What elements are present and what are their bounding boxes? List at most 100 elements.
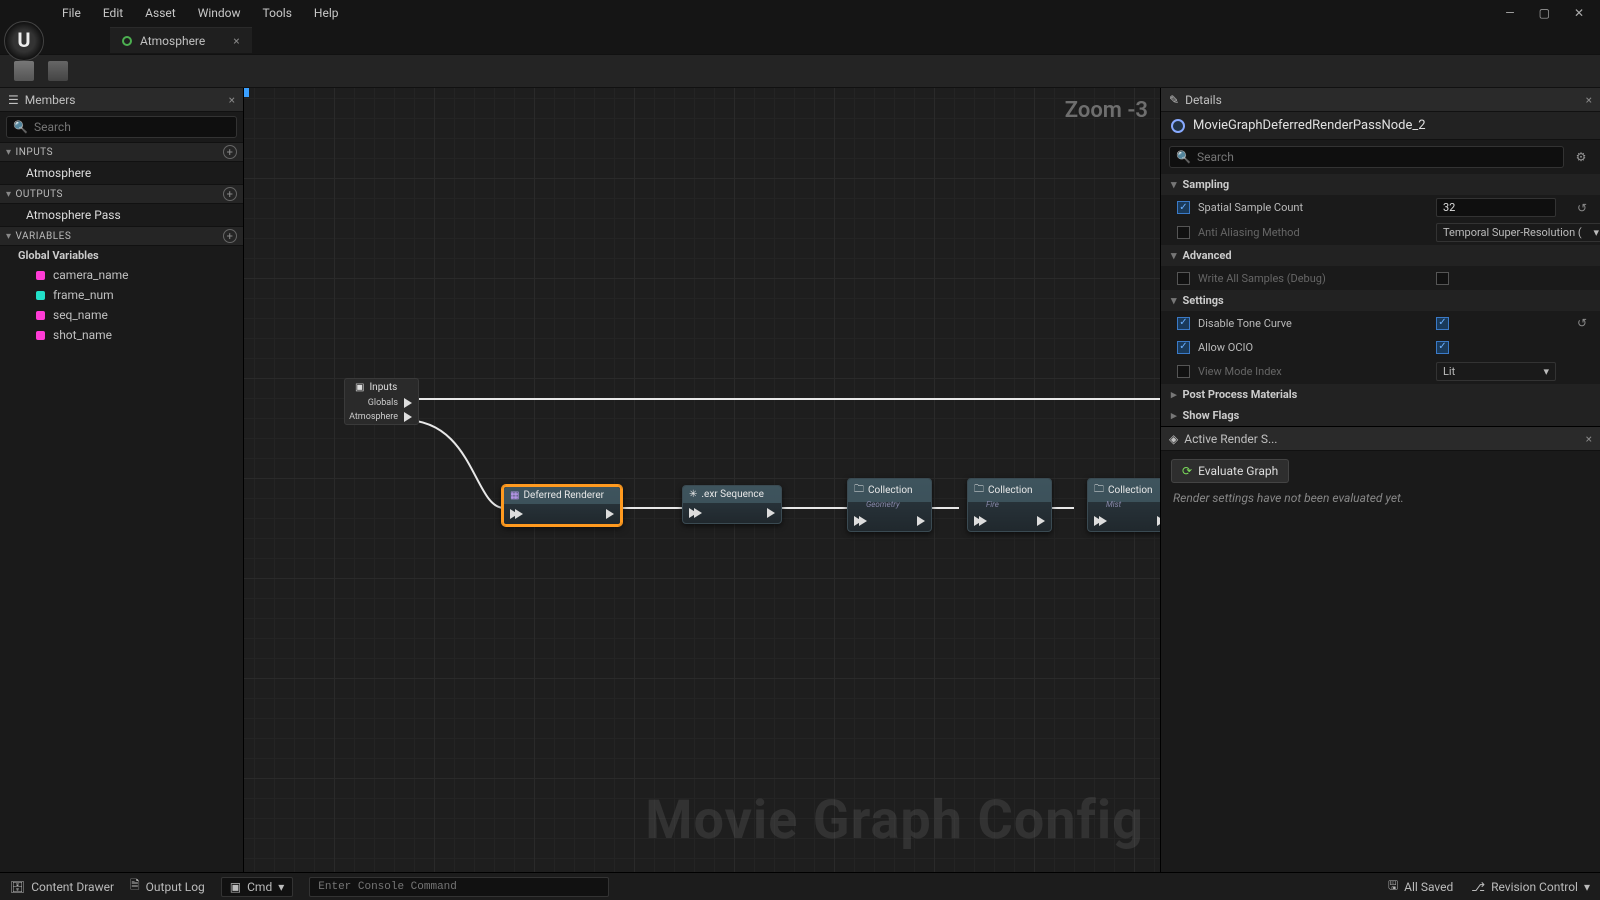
aa-method-dropdown[interactable]: Temporal Super-Resolution (▾ [1436,223,1600,242]
menu-window[interactable]: Window [198,6,241,20]
override-checkbox[interactable] [1177,272,1190,285]
output-pin[interactable] [1157,516,1160,526]
override-checkbox[interactable] [1177,317,1190,330]
var-type-icon [36,331,45,340]
output-pin[interactable] [404,398,412,408]
active-render-close-icon[interactable]: × [1586,432,1592,446]
category-sampling[interactable]: ▾Sampling [1161,174,1600,195]
output-pin[interactable] [404,412,412,422]
menu-asset[interactable]: Asset [145,6,176,20]
outputs-section-header[interactable]: ▾ OUTPUTS + [0,184,243,204]
node-graph[interactable]: Zoom -3 Movie Graph Config ▣Inputs Globa… [244,88,1160,872]
inputs-node[interactable]: ▣Inputs Globals Atmosphere [344,378,419,425]
category-showflags[interactable]: ▸Show Flags [1161,405,1600,426]
window-close-icon[interactable]: ✕ [1574,6,1584,20]
value-checkbox[interactable] [1436,317,1449,330]
variable-item[interactable]: frame_num [0,285,243,305]
variable-item[interactable]: camera_name [0,265,243,285]
console-command-input[interactable] [309,877,609,897]
exr-sequence-node[interactable]: ✳.exr Sequence [682,485,782,524]
document-tab-label: Atmosphere [140,34,205,48]
collection-node[interactable]: 🗀Collection Fire [967,478,1052,532]
input-item[interactable]: Atmosphere [0,162,243,184]
input-pin[interactable] [854,516,867,526]
document-tab[interactable]: Atmosphere × [110,27,252,53]
variable-item[interactable]: shot_name [0,325,243,345]
var-type-icon [36,271,45,280]
members-close-icon[interactable]: × [229,93,235,107]
menu-help[interactable]: Help [314,6,339,20]
override-checkbox[interactable] [1177,201,1190,214]
active-render-panel-tab[interactable]: ◈ Active Render S... × [1161,427,1600,451]
chevron-down-icon: ▾ [1584,880,1590,894]
category-ppm[interactable]: ▸Post Process Materials [1161,384,1600,405]
members-panel-tab[interactable]: ☰ Members × [0,88,243,112]
refresh-icon: ⟳ [1182,464,1192,478]
chevron-down-icon: ▾ [1543,365,1549,378]
all-saved-status[interactable]: 🖫All Saved [1388,876,1453,897]
global-variables-header[interactable]: Global Variables [0,246,243,265]
menu-file[interactable]: File [62,6,81,20]
details-close-icon[interactable]: × [1586,93,1592,107]
add-variable-button[interactable]: + [223,229,237,243]
reset-icon[interactable]: ↺ [1574,201,1590,215]
override-checkbox[interactable] [1177,365,1190,378]
details-search-input[interactable] [1197,150,1557,164]
members-panel-title: Members [25,93,76,107]
evaluate-graph-button[interactable]: ⟳ Evaluate Graph [1171,459,1289,483]
node-type-icon: ✳ [689,489,697,500]
pencil-icon: ✎ [1169,93,1179,107]
input-pin[interactable] [510,509,523,519]
add-output-button[interactable]: + [223,187,237,201]
members-search-input[interactable] [34,120,230,134]
category-settings[interactable]: ▾Settings [1161,290,1600,311]
browse-icon[interactable] [48,61,68,81]
close-tab-icon[interactable]: × [233,34,239,48]
output-log-button[interactable]: 🗎Output Log [130,876,205,897]
members-search[interactable]: 🔍 [6,116,237,138]
value-checkbox[interactable] [1436,272,1449,285]
input-pin[interactable] [1094,516,1107,526]
reset-icon[interactable]: ↺ [1574,316,1590,330]
revision-control-button[interactable]: ⎇Revision Control▾ [1471,880,1590,894]
window-maximize-icon[interactable]: ▢ [1539,6,1550,20]
toolbar [0,54,1600,88]
cmd-dropdown[interactable]: ▣Cmd▾ [221,877,293,897]
inputs-section-header[interactable]: ▾ INPUTS + [0,142,243,162]
output-pin[interactable] [1037,516,1045,526]
input-pin[interactable] [974,516,987,526]
variable-item[interactable]: seq_name [0,305,243,325]
input-pin[interactable] [689,508,702,518]
caret-right-icon: ▸ [1171,388,1177,401]
selected-object-name: MovieGraphDeferredRenderPassNode_2 [1193,118,1426,133]
details-search[interactable]: 🔍 [1169,146,1564,168]
variables-section-header[interactable]: ▾ VARIABLES + [0,226,243,246]
settings-gear-icon[interactable]: ⚙ [1570,146,1592,168]
deferred-renderer-node[interactable]: ▦Deferred Renderer [502,485,622,526]
collection-node[interactable]: 🗀Collection Geometry [847,478,932,532]
menu-edit[interactable]: Edit [103,6,123,20]
output-pin[interactable] [606,509,614,519]
window-minimize-icon[interactable]: — [1505,6,1514,20]
spatial-sample-input[interactable] [1436,198,1556,217]
override-checkbox[interactable] [1177,226,1190,239]
content-drawer-button[interactable]: 🗄Content Drawer [10,880,114,894]
prop-label: Write All Samples (Debug) [1198,272,1428,285]
terminal-icon: ▣ [230,880,241,894]
output-pin[interactable] [767,508,775,518]
output-item[interactable]: Atmosphere Pass [0,204,243,226]
category-advanced[interactable]: ▾Advanced [1161,245,1600,266]
override-checkbox[interactable] [1177,341,1190,354]
details-panel-title: Details [1185,93,1222,107]
output-pin[interactable] [917,516,925,526]
menu-tools[interactable]: Tools [263,6,292,20]
add-input-button[interactable]: + [223,145,237,159]
value-checkbox[interactable] [1436,341,1449,354]
details-panel-tab[interactable]: ✎ Details × [1161,88,1600,112]
save-icon: 🖫 [1388,876,1398,897]
caret-right-icon: ▸ [1171,409,1177,422]
caret-down-icon: ▾ [6,189,12,200]
collection-node[interactable]: 🗀Collection Mist [1087,478,1160,532]
save-icon[interactable] [14,61,34,81]
viewmode-dropdown[interactable]: Lit▾ [1436,362,1556,381]
